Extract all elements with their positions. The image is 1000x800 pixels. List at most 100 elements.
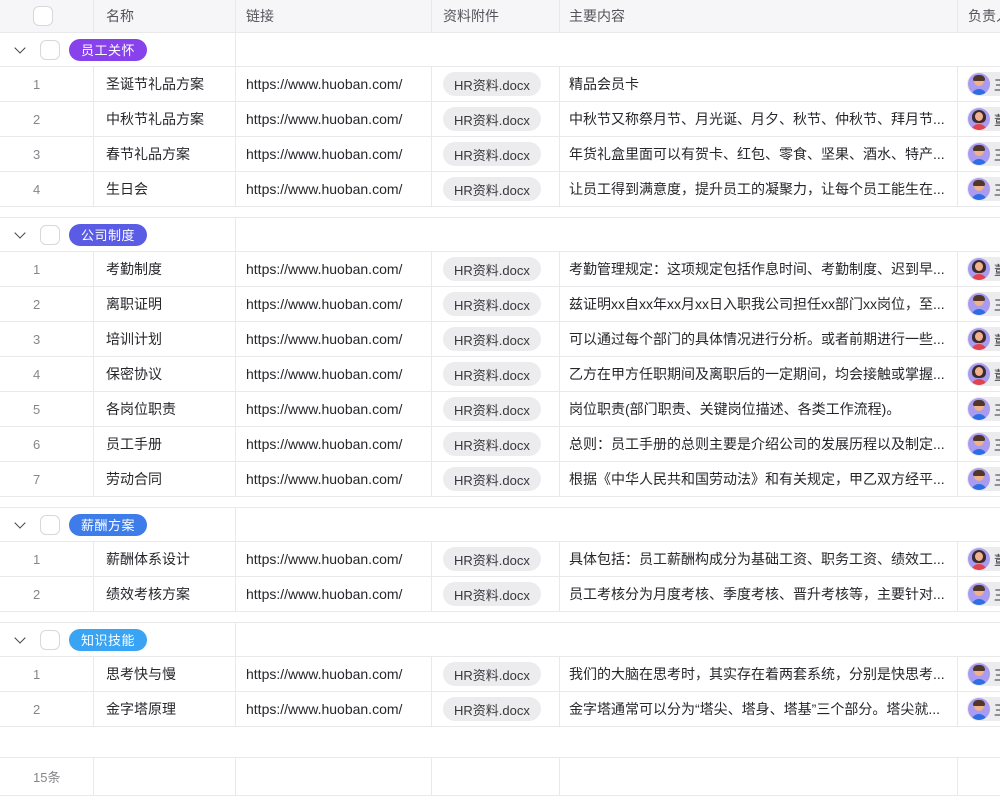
name-cell[interactable]: 中秋节礼品方案 <box>94 102 236 136</box>
attachment-chip[interactable]: HR资料.docx <box>443 582 541 606</box>
content-cell[interactable]: 我们的大脑在思考时，其实存在着两套系统，分别是快思考... <box>560 657 958 691</box>
name-cell[interactable]: 思考快与慢 <box>94 657 236 691</box>
content-cell[interactable]: 乙方在甲方任职期间及离职后的一定期间，均会接触或掌握... <box>560 357 958 391</box>
select-all-checkbox[interactable] <box>33 6 53 26</box>
attachment-chip[interactable]: HR资料.docx <box>443 72 541 96</box>
attachment-cell: HR资料.docx <box>432 252 560 286</box>
attachment-chip[interactable]: HR资料.docx <box>443 697 541 721</box>
attachment-cell: HR资料.docx <box>432 137 560 171</box>
content-cell[interactable]: 让员工得到满意度，提升员工的凝聚力，让每个员工能生在... <box>560 172 958 206</box>
link-cell[interactable]: https://www.huoban.com/ <box>236 287 432 321</box>
link-cell[interactable]: https://www.huoban.com/ <box>236 137 432 171</box>
link-cell[interactable]: https://www.huoban.com/ <box>236 392 432 426</box>
link-cell[interactable]: https://www.huoban.com/ <box>236 692 432 726</box>
attachment-chip[interactable]: HR资料.docx <box>443 142 541 166</box>
name-cell[interactable]: 保密协议 <box>94 357 236 391</box>
link-cell[interactable]: https://www.huoban.com/ <box>236 542 432 576</box>
attachment-chip[interactable]: HR资料.docx <box>443 257 541 281</box>
name-cell[interactable]: 生日会 <box>94 172 236 206</box>
owner-chip[interactable]: 董 <box>967 547 1000 571</box>
attachment-chip[interactable]: HR资料.docx <box>443 107 541 131</box>
name-cell[interactable]: 员工手册 <box>94 427 236 461</box>
collapse-group-button[interactable] <box>12 632 28 648</box>
name-cell[interactable]: 考勤制度 <box>94 252 236 286</box>
column-header-content[interactable]: 主要内容 <box>560 0 958 32</box>
owner-chip[interactable]: 董 <box>967 327 1000 351</box>
attachment-chip[interactable]: HR资料.docx <box>443 327 541 351</box>
group-checkbox[interactable] <box>40 630 60 650</box>
owner-chip[interactable]: 王 <box>967 697 1000 721</box>
content-cell[interactable]: 总则：员工手册的总则主要是介绍公司的发展历程以及制定... <box>560 427 958 461</box>
content-cell[interactable]: 年货礼盒里面可以有贺卡、红包、零食、坚果、酒水、特产... <box>560 137 958 171</box>
owner-chip[interactable]: 王 <box>967 177 1000 201</box>
content-cell[interactable]: 根据《中华人民共和国劳动法》和有关规定，甲乙双方经平... <box>560 462 958 496</box>
owner-chip[interactable]: 王 <box>967 582 1000 606</box>
name-cell[interactable]: 劳动合同 <box>94 462 236 496</box>
attachment-chip[interactable]: HR资料.docx <box>443 292 541 316</box>
name-cell[interactable]: 薪酬体系设计 <box>94 542 236 576</box>
column-header-name[interactable]: 名称 <box>94 0 236 32</box>
owner-chip[interactable]: 王 <box>967 72 1000 96</box>
attachment-chip[interactable]: HR资料.docx <box>443 397 541 421</box>
attachment-chip[interactable]: HR资料.docx <box>443 362 541 386</box>
owner-chip[interactable]: 王 <box>967 397 1000 421</box>
owner-chip[interactable]: 王 <box>967 292 1000 316</box>
content-cell[interactable]: 员工考核分为月度考核、季度考核、晋升考核等，主要针对... <box>560 577 958 611</box>
group-checkbox[interactable] <box>40 40 60 60</box>
owner-chip[interactable]: 董 <box>967 257 1000 281</box>
row-number-cell: 3 <box>0 137 94 171</box>
table-row: 2绩效考核方案https://www.huoban.com/HR资料.docx员… <box>0 577 1000 612</box>
collapse-group-button[interactable] <box>12 42 28 58</box>
attachment-chip[interactable]: HR资料.docx <box>443 662 541 686</box>
group-checkbox[interactable] <box>40 515 60 535</box>
collapse-group-button[interactable] <box>12 227 28 243</box>
owner-chip[interactable]: 董 <box>967 362 1000 386</box>
attachment-chip[interactable]: HR资料.docx <box>443 547 541 571</box>
link-cell[interactable]: https://www.huoban.com/ <box>236 102 432 136</box>
owner-chip[interactable]: 王 <box>967 662 1000 686</box>
row-number: 3 <box>33 147 40 162</box>
group-row-left-cell: 薪酬方案 <box>0 508 236 541</box>
attachment-chip[interactable]: HR资料.docx <box>443 467 541 491</box>
content-cell[interactable]: 考勤管理规定：这项规定包括作息时间、考勤制度、迟到早... <box>560 252 958 286</box>
link-cell[interactable]: https://www.huoban.com/ <box>236 577 432 611</box>
content-cell[interactable]: 可以通过每个部门的具体情况进行分析。或者前期进行一些... <box>560 322 958 356</box>
link-cell[interactable]: https://www.huoban.com/ <box>236 252 432 286</box>
content-cell[interactable]: 精品会员卡 <box>560 67 958 101</box>
link-cell[interactable]: https://www.huoban.com/ <box>236 357 432 391</box>
column-header-owner[interactable]: 负责人 <box>958 0 1000 32</box>
name-cell[interactable]: 绩效考核方案 <box>94 577 236 611</box>
name-cell[interactable]: 各岗位职责 <box>94 392 236 426</box>
link-cell[interactable]: https://www.huoban.com/ <box>236 657 432 691</box>
owner-chip[interactable]: 董 <box>967 107 1000 131</box>
owner-name: 董 <box>994 260 1000 279</box>
content-cell[interactable]: 具体包括：员工薪酬构成分为基础工资、职务工资、绩效工... <box>560 542 958 576</box>
table-row: 2离职证明https://www.huoban.com/HR资料.docx兹证明… <box>0 287 1000 322</box>
owner-name: 董 <box>994 110 1000 129</box>
column-header-attachment[interactable]: 资料附件 <box>432 0 560 32</box>
name-cell[interactable]: 春节礼品方案 <box>94 137 236 171</box>
owner-chip[interactable]: 王 <box>967 432 1000 456</box>
row-number: 4 <box>33 182 40 197</box>
owner-chip[interactable]: 王 <box>967 467 1000 491</box>
attachment-chip[interactable]: HR资料.docx <box>443 432 541 456</box>
content-cell[interactable]: 中秋节又称祭月节、月光诞、月夕、秋节、仲秋节、拜月节... <box>560 102 958 136</box>
link-cell[interactable]: https://www.huoban.com/ <box>236 427 432 461</box>
link-cell[interactable]: https://www.huoban.com/ <box>236 172 432 206</box>
content-cell[interactable]: 兹证明xx自xx年xx月xx日入职我公司担任xx部门xx岗位，至... <box>560 287 958 321</box>
content-cell[interactable]: 金字塔通常可以分为“塔尖、塔身、塔基”三个部分。塔尖就... <box>560 692 958 726</box>
name-cell[interactable]: 离职证明 <box>94 287 236 321</box>
column-header-link[interactable]: 链接 <box>236 0 432 32</box>
name-cell[interactable]: 圣诞节礼品方案 <box>94 67 236 101</box>
owner-chip[interactable]: 王 <box>967 142 1000 166</box>
content-cell[interactable]: 岗位职责(部门职责、关键岗位描述、各类工作流程)。 <box>560 392 958 426</box>
attachment-chip[interactable]: HR资料.docx <box>443 177 541 201</box>
collapse-group-button[interactable] <box>12 517 28 533</box>
link-cell[interactable]: https://www.huoban.com/ <box>236 322 432 356</box>
name-cell[interactable]: 金字塔原理 <box>94 692 236 726</box>
link-cell[interactable]: https://www.huoban.com/ <box>236 67 432 101</box>
name-cell[interactable]: 培训计划 <box>94 322 236 356</box>
group-checkbox[interactable] <box>40 225 60 245</box>
link-cell[interactable]: https://www.huoban.com/ <box>236 462 432 496</box>
group-row-right-cell <box>236 623 1000 656</box>
